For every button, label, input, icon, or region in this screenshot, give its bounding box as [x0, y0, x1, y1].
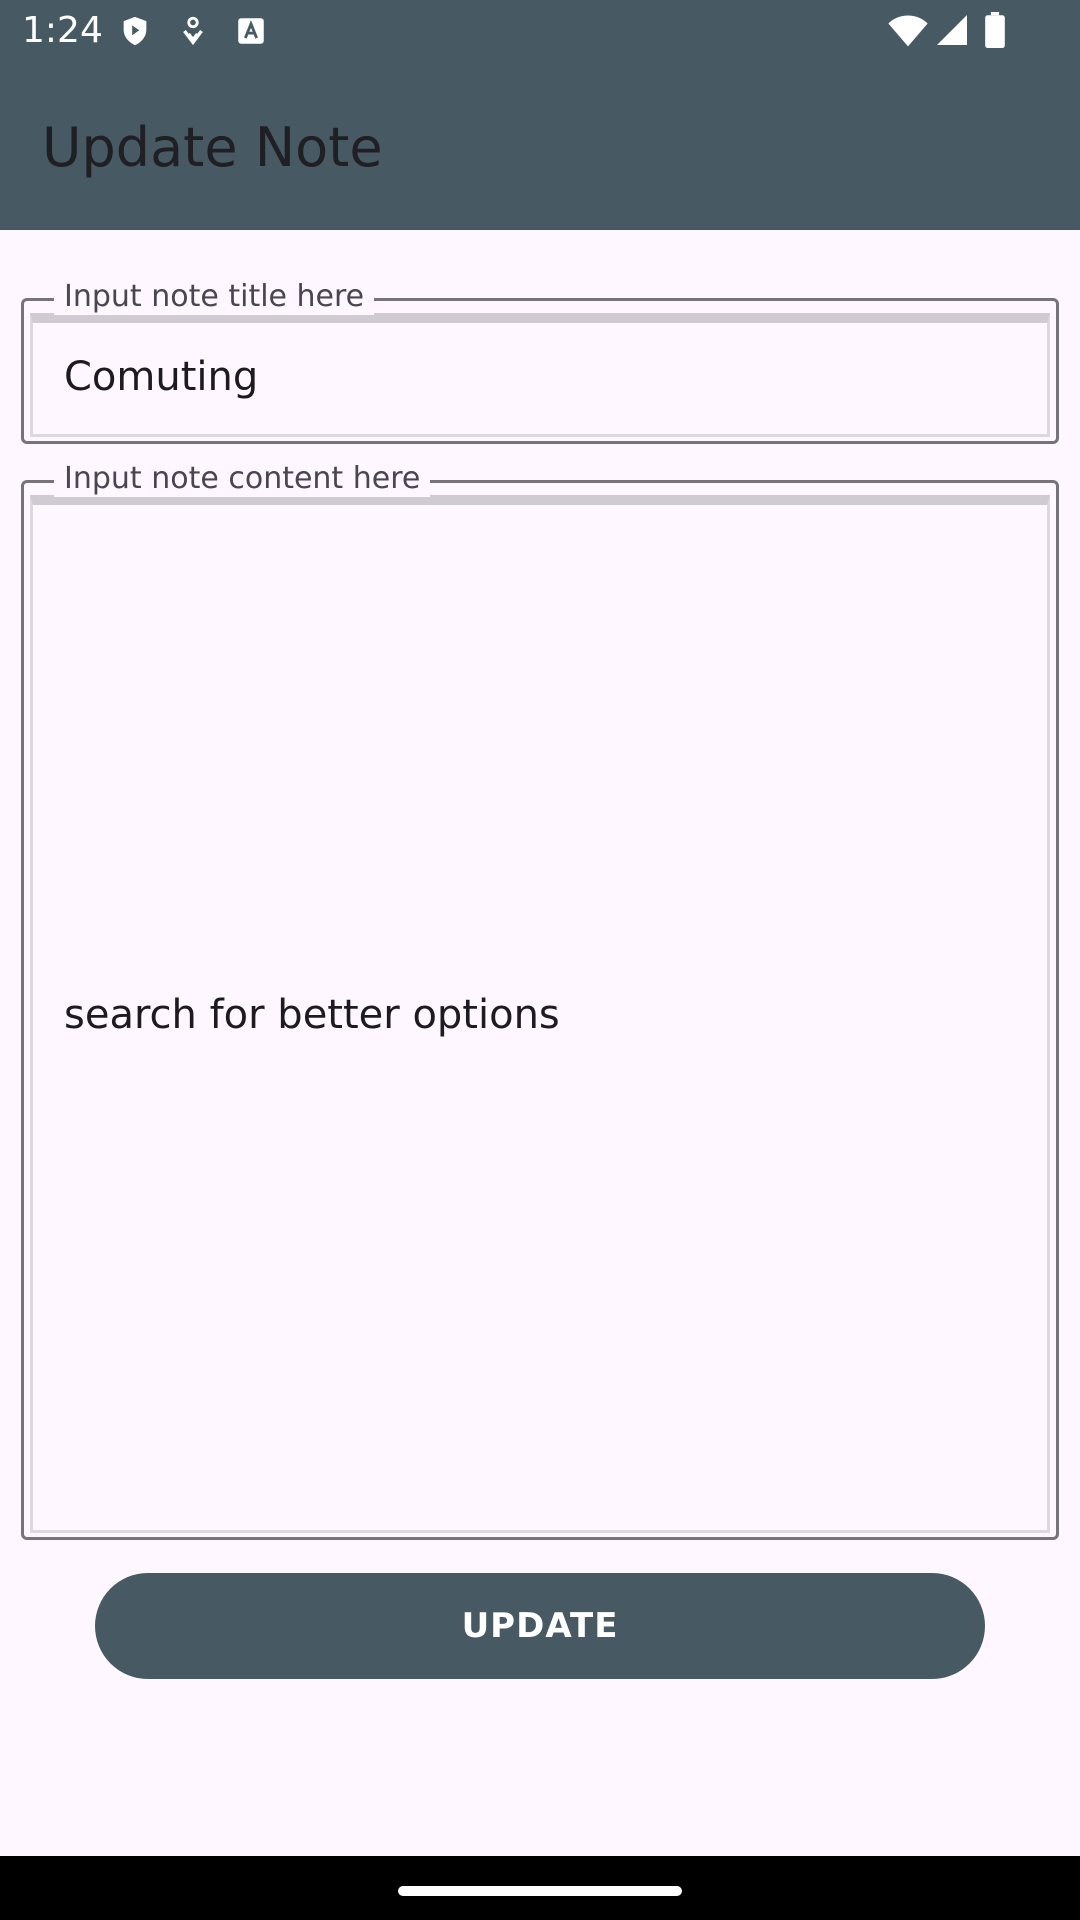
- note-content-label: Input note content here: [54, 461, 431, 497]
- note-title-input[interactable]: Comuting: [64, 353, 258, 401]
- note-title-label: Input note title here: [54, 279, 375, 315]
- page-title: Update Note: [42, 116, 383, 179]
- status-bar: 1:24: [0, 0, 1080, 62]
- signal-icon: [934, 12, 970, 48]
- update-button[interactable]: UPDATE: [95, 1573, 985, 1679]
- home-handle[interactable]: [398, 1886, 682, 1896]
- note-title-field[interactable]: Input note title here Comuting: [21, 279, 1059, 444]
- shield-icon: [118, 14, 152, 48]
- note-content-field[interactable]: Input note content here search for bette…: [21, 461, 1059, 1540]
- navigation-bar: [0, 1856, 1080, 1920]
- battery-icon: [984, 12, 1006, 48]
- status-time: 1:24: [22, 10, 103, 51]
- note-content-input[interactable]: search for better options: [64, 991, 560, 1039]
- download-icon: [176, 14, 210, 48]
- app-bar: Update Note: [0, 62, 1080, 230]
- font-icon: [234, 14, 268, 48]
- wifi-icon: [888, 12, 928, 48]
